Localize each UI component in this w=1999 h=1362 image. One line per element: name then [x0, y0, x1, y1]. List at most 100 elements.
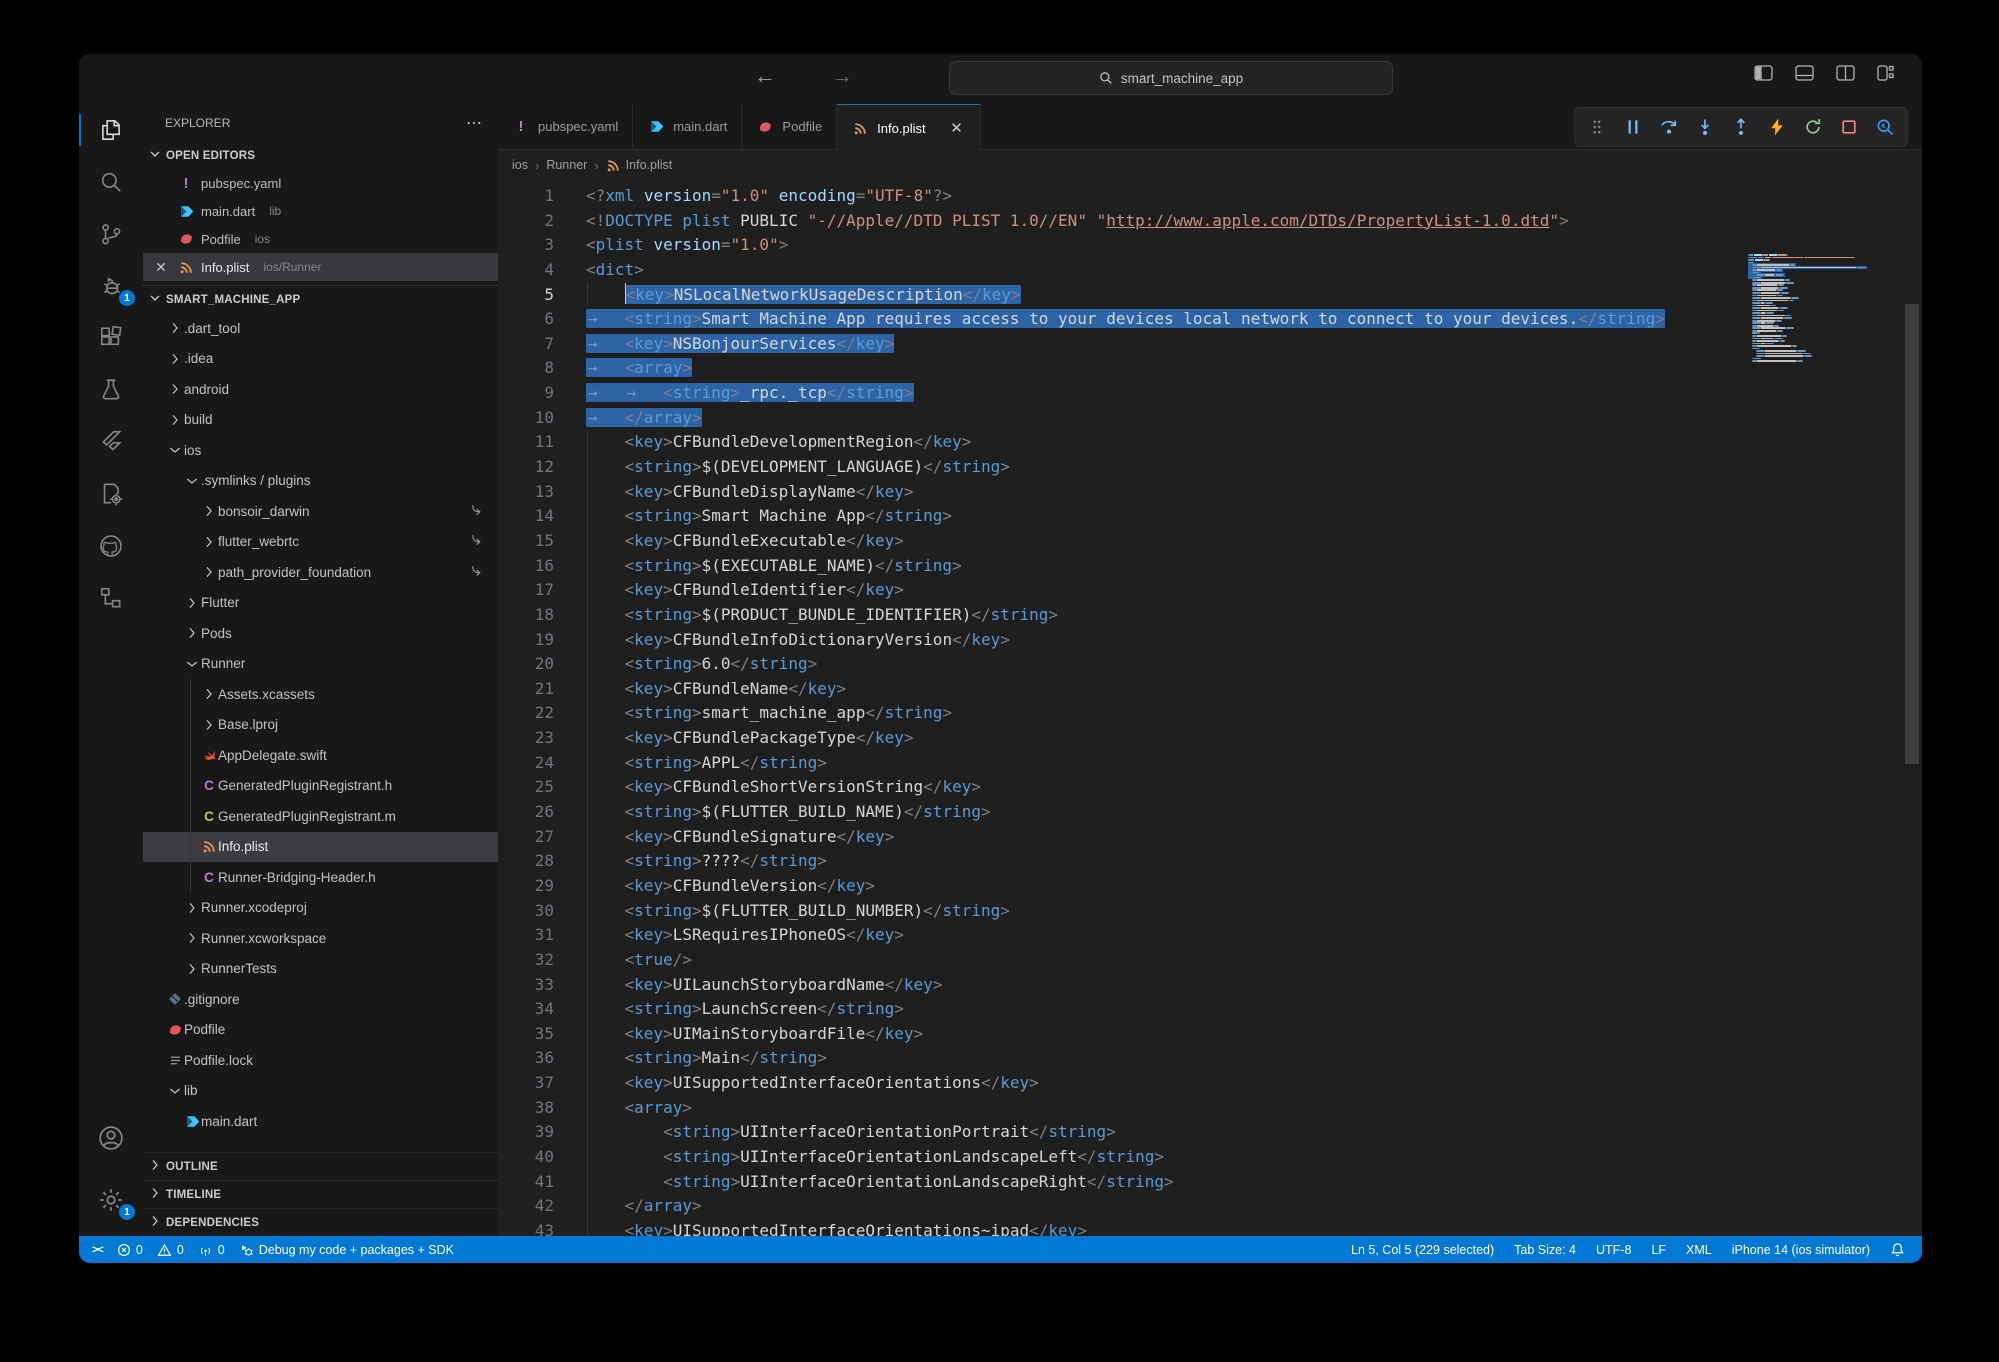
status-remote[interactable]: ><	[85, 1244, 110, 1256]
minimap[interactable]	[1748, 254, 1898, 1236]
minimap-line	[1748, 322, 1898, 324]
tree-item-Pods[interactable]: Pods	[143, 618, 498, 649]
project-root-header[interactable]: SMART_MACHINE_APP	[143, 285, 498, 313]
activity-item-run-and-debug[interactable]: 1	[79, 260, 143, 312]
debug-step-into-icon[interactable]	[1689, 112, 1721, 142]
status-lf[interactable]: LF	[1644, 1243, 1673, 1257]
command-center-search[interactable]: smart_machine_app	[949, 61, 1393, 95]
status-broadcast[interactable]: 0	[191, 1243, 232, 1257]
activity-item-settings[interactable]: 1	[79, 1174, 143, 1226]
tree-item-.idea[interactable]: .idea	[143, 344, 498, 375]
close-icon[interactable]: ✕	[948, 119, 966, 137]
tree-item-Assets.xcassets[interactable]: Assets.xcassets	[143, 679, 498, 710]
tab-Podfile[interactable]: Podfile	[742, 104, 837, 149]
tree-item-GeneratedPluginRegistrant.m[interactable]: CGeneratedPluginRegistrant.m	[143, 801, 498, 832]
status-warning[interactable]: 0	[150, 1243, 191, 1257]
tab-pubspec.yaml[interactable]: !pubspec.yaml	[498, 104, 633, 149]
tree-item-Info.plist[interactable]: Info.plist	[143, 832, 498, 863]
split-editor-icon[interactable]	[1836, 65, 1855, 81]
tree-item-main.dart[interactable]: main.dart	[143, 1106, 498, 1137]
line-number: 32	[498, 948, 554, 973]
more-actions-icon[interactable]: ⋯	[466, 113, 482, 133]
status-ln[interactable]: Ln 5, Col 5 (229 selected)	[1344, 1243, 1501, 1257]
status-iphone[interactable]: iPhone 14 (ios simulator)	[1725, 1243, 1877, 1257]
minimap-line	[1748, 312, 1898, 314]
tree-item-Runner.xcworkspace[interactable]: Runner.xcworkspace	[143, 923, 498, 954]
tree-item-GeneratedPluginRegistrant.h[interactable]: CGeneratedPluginRegistrant.h	[143, 771, 498, 802]
close-icon[interactable]: ✕	[151, 259, 171, 276]
tree-item-RunnerTests[interactable]: RunnerTests	[143, 954, 498, 985]
breadcrumb-separator: ›	[535, 158, 539, 173]
status-utf8[interactable]: UTF-8	[1589, 1243, 1638, 1257]
tree-item-Runner-Bridging-Header.h[interactable]: CRunner-Bridging-Header.h	[143, 862, 498, 893]
tree-item-build[interactable]: build	[143, 405, 498, 436]
activity-item-source-control[interactable]	[79, 208, 143, 260]
tree-item-Runner[interactable]: Runner	[143, 649, 498, 680]
activity-item-references[interactable]	[79, 572, 143, 624]
toggle-sidebar-icon[interactable]	[1754, 65, 1773, 81]
status-xml[interactable]: XML	[1679, 1243, 1719, 1257]
open-editor-main.dart[interactable]: main.dartlib	[143, 197, 498, 225]
activity-item-explorer[interactable]	[79, 104, 143, 156]
line-number: 10	[498, 406, 554, 431]
back-arrow-icon[interactable]: ←	[754, 63, 776, 89]
status-bell[interactable]	[1883, 1242, 1912, 1257]
activity-item-testing[interactable]	[79, 364, 143, 416]
activity-item-flutter[interactable]	[79, 416, 143, 468]
minimap-line	[1748, 289, 1898, 291]
status-error[interactable]: 0	[110, 1243, 150, 1257]
status-tab[interactable]: Tab Size: 4	[1507, 1243, 1583, 1257]
debug-restart-icon[interactable]	[1797, 112, 1829, 142]
activity-item-project-tools[interactable]	[79, 468, 143, 520]
activity-item-github[interactable]	[79, 520, 143, 572]
debug-pause-icon[interactable]	[1617, 112, 1649, 142]
tree-item-path_provider_foundation[interactable]: path_provider_foundation	[143, 557, 498, 588]
toggle-panel-icon[interactable]	[1795, 65, 1814, 81]
editor-scrollbar[interactable]	[1905, 254, 1919, 1236]
tree-item-bonsoir_darwin[interactable]: bonsoir_darwin	[143, 496, 498, 527]
code-line-21: <key>CFBundleName</key>	[586, 677, 1748, 702]
tree-item-ios[interactable]: ios	[143, 435, 498, 466]
open-editor-Podfile[interactable]: Podfileios	[143, 225, 498, 253]
code-editor[interactable]: 1234567891011121314151617181920212223242…	[498, 180, 1922, 1236]
debug-hot-reload-icon[interactable]	[1761, 112, 1793, 142]
tree-item-.gitignore[interactable]: .gitignore	[143, 984, 498, 1015]
tree-item-.symlinksplugins[interactable]: .symlinks / plugins	[143, 466, 498, 497]
activity-item-accounts[interactable]	[79, 1112, 143, 1164]
code-line-34: <string>LaunchScreen</string>	[586, 997, 1748, 1022]
tree-item-Podfile[interactable]: Podfile	[143, 1015, 498, 1046]
open-editors-header[interactable]: OPEN EDITORS	[143, 142, 498, 169]
open-editor-pubspec.yaml[interactable]: !pubspec.yaml	[143, 169, 498, 197]
tab-main.dart[interactable]: main.dart	[633, 104, 742, 149]
debug-step-out-icon[interactable]	[1725, 112, 1757, 142]
debug-inspect-widget-icon[interactable]	[1869, 112, 1901, 142]
breadcrumb-item-Runner[interactable]: Runner	[546, 158, 587, 172]
tree-item-flutter_webrtc[interactable]: flutter_webrtc	[143, 527, 498, 558]
activity-item-search[interactable]	[79, 156, 143, 208]
debug-step-over-icon[interactable]	[1653, 112, 1685, 142]
tree-item-lib[interactable]: lib	[143, 1076, 498, 1107]
debug-gripper-icon[interactable]	[1581, 112, 1613, 142]
section-timeline[interactable]: TIMELINE	[143, 1180, 498, 1208]
tree-item-Podfile.lock[interactable]: Podfile.lock	[143, 1045, 498, 1076]
section-dependencies[interactable]: DEPENDENCIES	[143, 1208, 498, 1236]
tree-item-.dart_tool[interactable]: .dart_tool	[143, 313, 498, 344]
code-line-6: <string>Smart Machine App requires acces…	[586, 307, 1748, 332]
debug-stop-icon[interactable]	[1833, 112, 1865, 142]
open-editor-Info.plist[interactable]: ✕Info.plistios/Runner	[143, 253, 498, 281]
tab-Info.plist[interactable]: Info.plist✕	[837, 104, 980, 151]
tree-item-AppDelegate.swift[interactable]: AppDelegate.swift	[143, 740, 498, 771]
status-debug-status[interactable]: Debug my code + packages + SDK	[232, 1243, 461, 1257]
scrollbar-slider[interactable]	[1905, 304, 1919, 764]
tree-item-android[interactable]: android	[143, 374, 498, 405]
section-outline[interactable]: OUTLINE	[143, 1152, 498, 1180]
breadcrumb-item-ios[interactable]: ios	[512, 158, 528, 172]
line-number: 29	[498, 874, 554, 899]
activity-item-extensions[interactable]	[79, 312, 143, 364]
customize-layout-icon[interactable]	[1877, 65, 1894, 81]
tree-item-Runner.xcodeproj[interactable]: Runner.xcodeproj	[143, 893, 498, 924]
breadcrumb-item-Info.plist[interactable]: Info.plist	[606, 158, 673, 173]
forward-arrow-icon[interactable]: →	[831, 63, 853, 89]
tree-item-Base.lproj[interactable]: Base.lproj	[143, 710, 498, 741]
tree-item-Flutter[interactable]: Flutter	[143, 588, 498, 619]
